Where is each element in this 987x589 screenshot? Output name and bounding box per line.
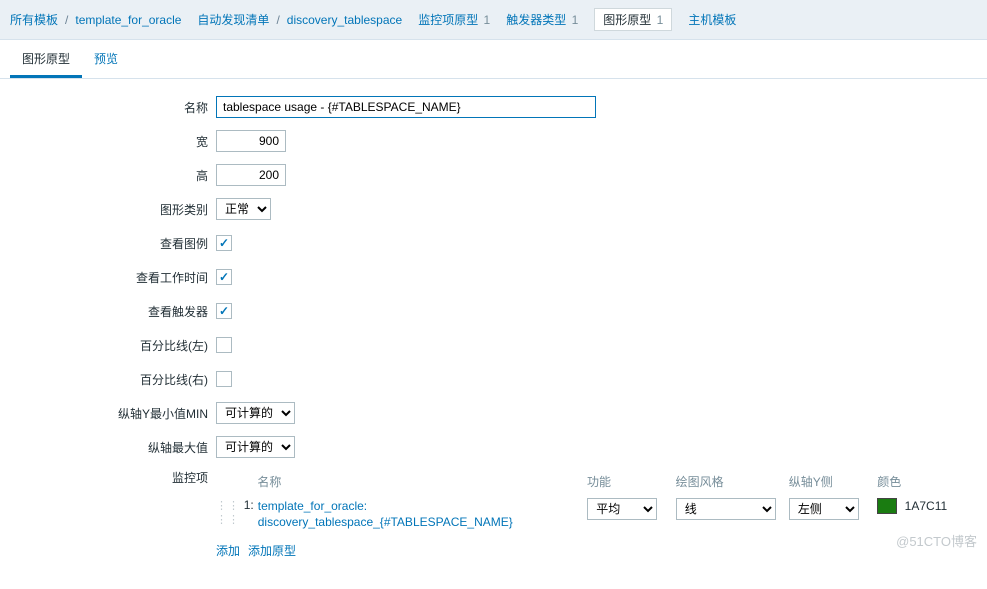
watermark: @51CTO博客 — [896, 531, 977, 550]
count-item-prototypes: 1 — [484, 13, 491, 27]
tab-preview[interactable]: 预览 — [82, 40, 130, 78]
label-graph-prototypes: 图形原型 — [603, 13, 651, 27]
tab-graph-prototype[interactable]: 图形原型 — [10, 40, 82, 78]
color-hex: 1A7C11 — [905, 499, 947, 513]
item-index: 1: — [238, 498, 258, 512]
label-items: 监控项 — [0, 469, 216, 486]
label-graphtype: 图形类别 — [0, 201, 216, 218]
label-show-work: 查看工作时间 — [0, 269, 216, 286]
color-swatch[interactable] — [877, 498, 897, 514]
label-show-legend: 查看图例 — [0, 235, 216, 252]
link-template-name[interactable]: template_for_oracle — [75, 13, 181, 27]
label-show-trig: 查看触发器 — [0, 303, 216, 320]
nav-item-prototypes[interactable]: 监控项原型 1 — [418, 11, 490, 28]
label-ymin: 纵轴Y最小值MIN — [0, 405, 216, 422]
count-trigger-prototypes: 1 — [572, 13, 579, 27]
breadcrumb-sep: / — [276, 13, 279, 27]
checkbox-show-work[interactable] — [216, 269, 232, 285]
count-graph-prototypes: 1 — [657, 13, 664, 27]
header-color: 颜色 — [877, 473, 956, 490]
header-name: 名称 — [257, 473, 587, 490]
breadcrumb-sep: / — [65, 13, 68, 27]
link-all-templates[interactable]: 所有模板 — [10, 11, 58, 28]
label-width: 宽 — [0, 133, 216, 150]
select-draw[interactable]: 线 — [676, 498, 776, 520]
label-height: 高 — [0, 167, 216, 184]
input-height[interactable] — [216, 164, 286, 186]
form: 名称 宽 高 图形类别 正常 查看图例 查看工作时间 查看触发器 百分比线(左)… — [0, 79, 987, 589]
link-discovery-list[interactable]: 自动发现清单 — [197, 11, 269, 28]
link-host-templates[interactable]: 主机模板 — [688, 11, 736, 28]
select-side[interactable]: 左侧 — [789, 498, 859, 520]
items-header: 名称 功能 绘图风格 纵轴Y侧 颜色 — [216, 469, 956, 496]
items-block: 名称 功能 绘图风格 纵轴Y侧 颜色 ⋮⋮⋮⋮ 1: template_for_… — [216, 469, 956, 559]
nav-graph-prototypes-active[interactable]: 图形原型 1 — [594, 8, 672, 31]
link-add-item[interactable]: 添加 — [216, 542, 240, 559]
header-side: 纵轴Y侧 — [789, 473, 878, 490]
input-name[interactable] — [216, 96, 596, 118]
select-graphtype[interactable]: 正常 — [216, 198, 271, 220]
select-ymax[interactable]: 可计算的 — [216, 436, 295, 458]
label-percent-left: 百分比线(左) — [0, 337, 216, 354]
checkbox-show-legend[interactable] — [216, 235, 232, 251]
checkbox-show-trig[interactable] — [216, 303, 232, 319]
tabs: 图形原型 预览 — [0, 40, 987, 79]
header-draw: 绘图风格 — [676, 473, 789, 490]
link-add-prototype[interactable]: 添加原型 — [248, 542, 296, 559]
link-trigger-prototypes[interactable]: 触发器类型 — [506, 13, 566, 27]
select-func[interactable]: 平均 — [587, 498, 657, 520]
checkbox-percent-left[interactable] — [216, 337, 232, 353]
nav-trigger-prototypes[interactable]: 触发器类型 1 — [506, 11, 578, 28]
breadcrumb: 所有模板 / template_for_oracle 自动发现清单 / disc… — [0, 0, 987, 40]
item-row: ⋮⋮⋮⋮ 1: template_for_oracle: discovery_t… — [216, 496, 956, 538]
label-percent-right: 百分比线(右) — [0, 371, 216, 388]
drag-handle-icon[interactable]: ⋮⋮⋮⋮ — [216, 500, 240, 526]
select-ymin[interactable]: 可计算的 — [216, 402, 295, 424]
link-discovery-rule[interactable]: discovery_tablespace — [287, 13, 402, 27]
checkbox-percent-right[interactable] — [216, 371, 232, 387]
link-item-name[interactable]: template_for_oracle: discovery_tablespac… — [258, 499, 513, 529]
label-ymax: 纵轴最大值 — [0, 439, 216, 456]
items-footer: 添加 添加原型 — [216, 538, 956, 559]
label-name: 名称 — [0, 99, 216, 116]
link-item-prototypes[interactable]: 监控项原型 — [418, 13, 478, 27]
header-func: 功能 — [587, 473, 676, 490]
input-width[interactable] — [216, 130, 286, 152]
